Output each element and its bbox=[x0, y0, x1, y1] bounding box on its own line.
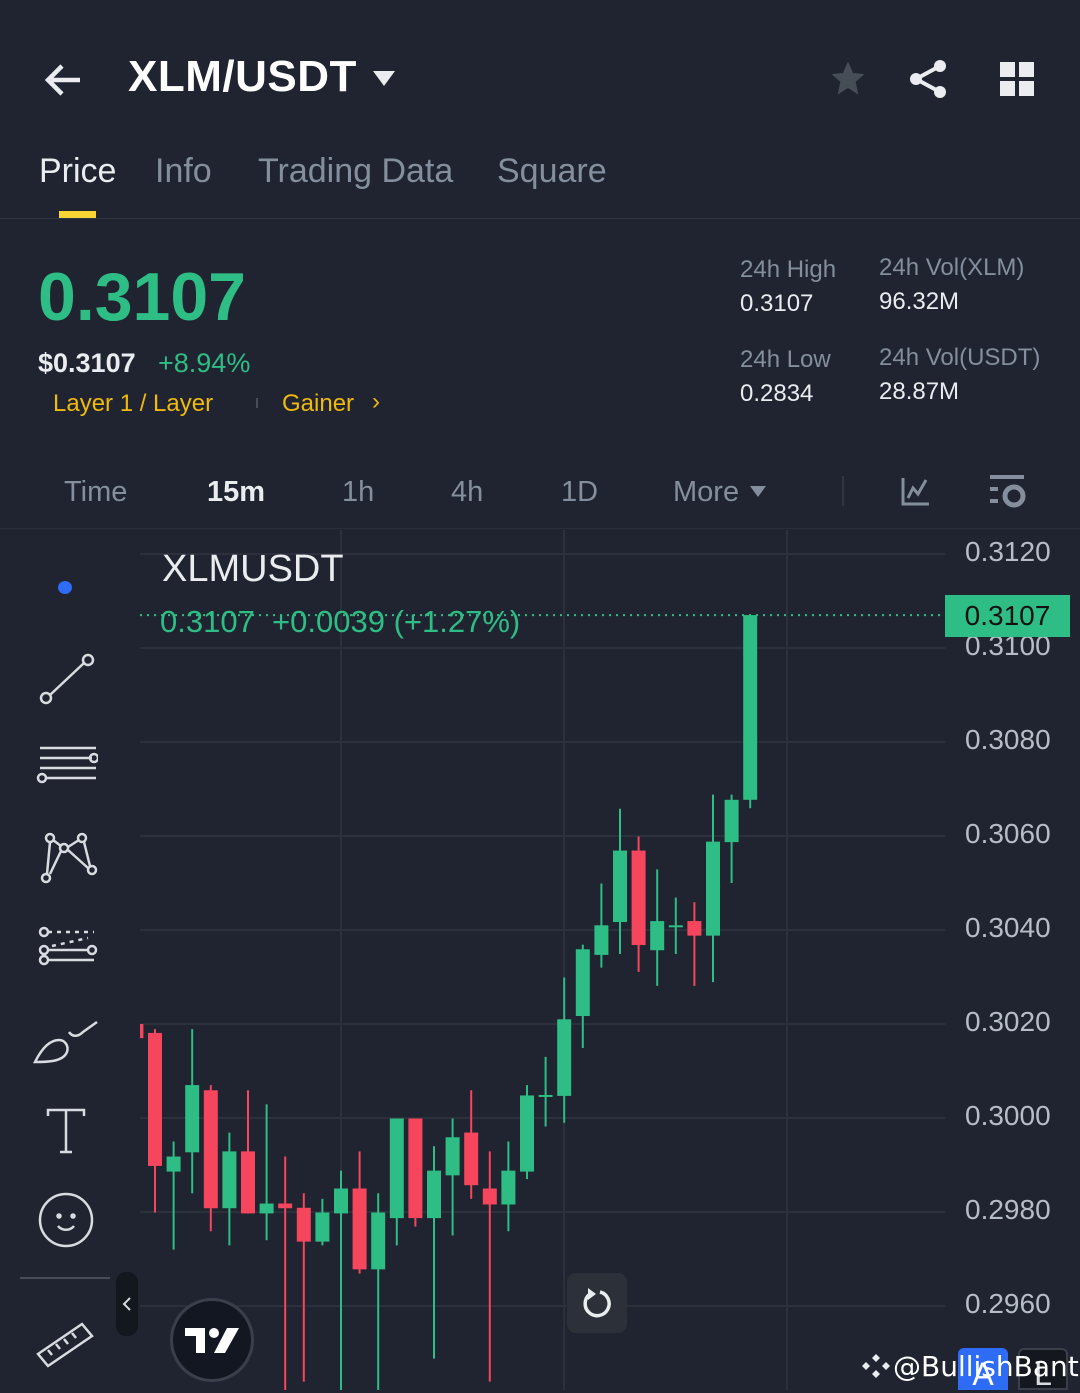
fib-tool[interactable] bbox=[30, 912, 102, 984]
trend-line-icon bbox=[39, 653, 95, 705]
candle-body bbox=[241, 1151, 255, 1214]
y-tick-label: 0.3040 bbox=[965, 912, 1051, 943]
candle-body bbox=[371, 1212, 386, 1270]
binance-logo-icon bbox=[862, 1352, 890, 1385]
candle-body bbox=[743, 615, 758, 800]
smiley-icon bbox=[38, 1192, 94, 1248]
tools-divider bbox=[20, 1277, 110, 1279]
candle-body bbox=[259, 1203, 274, 1214]
pattern-tool[interactable] bbox=[30, 822, 102, 894]
candle-body bbox=[352, 1188, 367, 1270]
fib-icon bbox=[38, 926, 98, 966]
candle-body bbox=[668, 925, 683, 928]
brush-tool[interactable] bbox=[30, 1002, 102, 1074]
candle-body bbox=[166, 1156, 181, 1172]
candle-body bbox=[464, 1132, 479, 1186]
collapse-toolbar-button[interactable] bbox=[116, 1272, 138, 1336]
candle-body bbox=[538, 1094, 553, 1097]
trend-line-tool[interactable] bbox=[30, 642, 102, 714]
candle-body bbox=[687, 921, 702, 936]
text-icon bbox=[46, 1108, 86, 1154]
y-tick-label: 0.3000 bbox=[965, 1100, 1051, 1131]
chart-legend: 0.3107 +0.0039 (+1.27%) bbox=[160, 604, 521, 639]
candle-body bbox=[389, 1118, 404, 1219]
candle-body bbox=[501, 1170, 516, 1205]
candle-body bbox=[203, 1090, 218, 1209]
watermark: @BullishBanter bbox=[893, 1350, 1080, 1383]
y-tick-label: 0.3080 bbox=[965, 724, 1051, 755]
candle-body bbox=[724, 799, 739, 843]
reset-chart-button[interactable] bbox=[567, 1273, 627, 1333]
candle-body bbox=[185, 1085, 200, 1153]
ruler-icon bbox=[36, 1322, 94, 1368]
candle-body bbox=[706, 841, 720, 936]
candle-body bbox=[278, 1203, 293, 1209]
emoji-tool[interactable] bbox=[30, 1182, 102, 1254]
current-price-text: 0.3107 bbox=[964, 600, 1051, 631]
chevron-left-icon bbox=[122, 1297, 131, 1311]
candle-body bbox=[482, 1188, 497, 1205]
tradingview-icon bbox=[185, 1328, 239, 1353]
brush-icon bbox=[32, 1020, 98, 1064]
candle-body bbox=[408, 1118, 423, 1219]
candle-body bbox=[594, 925, 609, 955]
candle-body bbox=[334, 1188, 348, 1214]
chart-symbol: XLMUSDT bbox=[162, 548, 344, 590]
y-tick-label: 0.3120 bbox=[965, 536, 1051, 567]
candle-body bbox=[575, 949, 590, 1017]
tradingview-logo[interactable] bbox=[170, 1298, 254, 1382]
candle-body bbox=[557, 1019, 572, 1096]
candlestick-chart[interactable] bbox=[0, 0, 1080, 1390]
candle-body bbox=[140, 1024, 144, 1039]
reset-icon bbox=[583, 1288, 611, 1318]
ruler-tool[interactable] bbox=[30, 1302, 102, 1374]
candle-body bbox=[296, 1207, 311, 1242]
candle-body bbox=[445, 1137, 460, 1176]
candle-body bbox=[222, 1151, 237, 1209]
candle-body bbox=[631, 850, 646, 946]
y-tick-label: 0.3060 bbox=[965, 818, 1051, 849]
candle-body bbox=[520, 1095, 534, 1172]
candle-body bbox=[315, 1212, 330, 1242]
candle-body bbox=[650, 921, 665, 951]
candle-body bbox=[613, 850, 627, 923]
current-price-label: 0.3107 bbox=[945, 595, 1070, 637]
y-tick-label: 0.2960 bbox=[965, 1288, 1051, 1319]
y-tick-label: 0.2980 bbox=[965, 1194, 1051, 1225]
horizontal-lines-tool[interactable] bbox=[30, 732, 102, 804]
active-indicator-dot bbox=[58, 581, 72, 594]
y-tick-label: 0.3020 bbox=[965, 1006, 1051, 1037]
candle-body bbox=[427, 1170, 441, 1219]
text-tool[interactable] bbox=[30, 1092, 102, 1164]
horizontal-lines-icon bbox=[36, 746, 98, 784]
pattern-icon bbox=[40, 832, 98, 884]
candle-body bbox=[148, 1032, 162, 1166]
